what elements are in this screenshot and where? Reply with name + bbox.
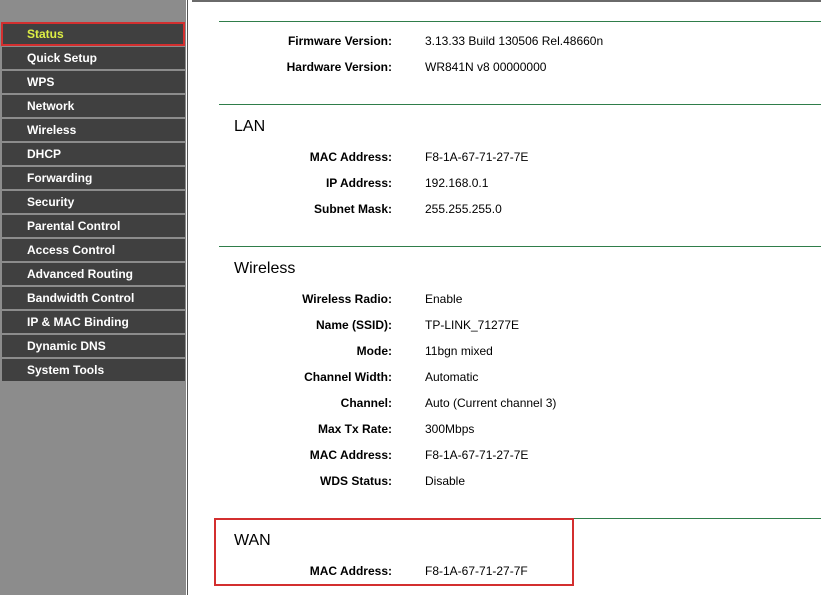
channel-value: Auto (Current channel 3) — [425, 396, 557, 410]
mode-label: Mode: — [356, 344, 392, 358]
wireless-mac-address-value: F8-1A-67-71-27-7E — [425, 448, 529, 462]
max-tx-rate-value: 300Mbps — [425, 422, 475, 436]
ssid-value: TP-LINK_71277E — [425, 318, 520, 332]
sidebar-item-security[interactable]: Security — [2, 191, 185, 213]
sidebar-item-wireless[interactable]: Wireless — [2, 119, 185, 141]
hardware-version-label: Hardware Version: — [286, 60, 392, 74]
lan-ip-address-value: 192.168.0.1 — [425, 176, 489, 190]
wireless-radio-value: Enable — [425, 292, 463, 306]
max-tx-rate-label: Max Tx Rate: — [317, 422, 392, 436]
hardware-version-value: WR841N v8 00000000 — [425, 60, 547, 74]
sidebar-item-advanced-routing[interactable]: Advanced Routing — [2, 263, 185, 285]
sidebar-item-access-control[interactable]: Access Control — [2, 239, 185, 261]
status-content-panel: Firmware Version: 3.13.33 Build 130506 R… — [188, 0, 821, 595]
sidebar-item-quick-setup[interactable]: Quick Setup — [2, 47, 185, 69]
mode-value: 11bgn mixed — [425, 344, 493, 358]
sidebar-item-status[interactable]: Status — [2, 23, 185, 45]
sidebar-item-bandwidth-control[interactable]: Bandwidth Control — [2, 287, 185, 309]
sidebar-item-dhcp[interactable]: DHCP — [2, 143, 185, 165]
wds-status-label: WDS Status: — [320, 474, 392, 488]
channel-width-value: Automatic — [425, 370, 479, 384]
top-divider — [192, 0, 821, 2]
wireless-radio-label: Wireless Radio: — [302, 292, 392, 306]
lan-ip-address-label: IP Address: — [325, 176, 392, 190]
section-divider-wireless — [219, 246, 821, 247]
section-divider-lan — [219, 104, 821, 105]
wds-status-value: Disable — [425, 474, 466, 488]
wan-mac-address-value: F8-1A-67-71-27-7F — [425, 564, 528, 578]
firmware-version-value: 3.13.33 Build 130506 Rel.48660n — [425, 34, 604, 48]
wan-section-title: WAN — [234, 532, 271, 549]
lan-section-title: LAN — [234, 118, 266, 135]
section-divider-wan — [219, 518, 821, 519]
lan-mac-address-value: F8-1A-67-71-27-7E — [425, 150, 529, 164]
sidebar-item-parental-control[interactable]: Parental Control — [2, 215, 185, 237]
wan-mac-address-label: MAC Address: — [309, 564, 392, 578]
ssid-label: Name (SSID): — [315, 318, 392, 332]
sidebar-item-network[interactable]: Network — [2, 95, 185, 117]
sidebar-item-dynamic-dns[interactable]: Dynamic DNS — [2, 335, 185, 357]
firmware-version-label: Firmware Version: — [287, 34, 392, 48]
lan-subnet-mask-value: 255.255.255.0 — [425, 202, 502, 216]
lan-mac-address-label: MAC Address: — [309, 150, 392, 164]
sidebar-menu: Status Quick Setup WPS Network Wireless … — [0, 0, 186, 595]
sidebar-item-forwarding[interactable]: Forwarding — [2, 167, 185, 189]
sidebar-item-system-tools[interactable]: System Tools — [2, 359, 185, 381]
channel-width-label: Channel Width: — [304, 370, 392, 384]
section-divider-general — [219, 21, 821, 22]
wireless-mac-address-label: MAC Address: — [309, 448, 392, 462]
lan-subnet-mask-label: Subnet Mask: — [313, 202, 392, 216]
sidebar-item-ip-mac-binding[interactable]: IP & MAC Binding — [2, 311, 185, 333]
channel-label: Channel: — [340, 396, 392, 410]
sidebar-item-wps[interactable]: WPS — [2, 71, 185, 93]
wireless-section-title: Wireless — [234, 260, 296, 277]
